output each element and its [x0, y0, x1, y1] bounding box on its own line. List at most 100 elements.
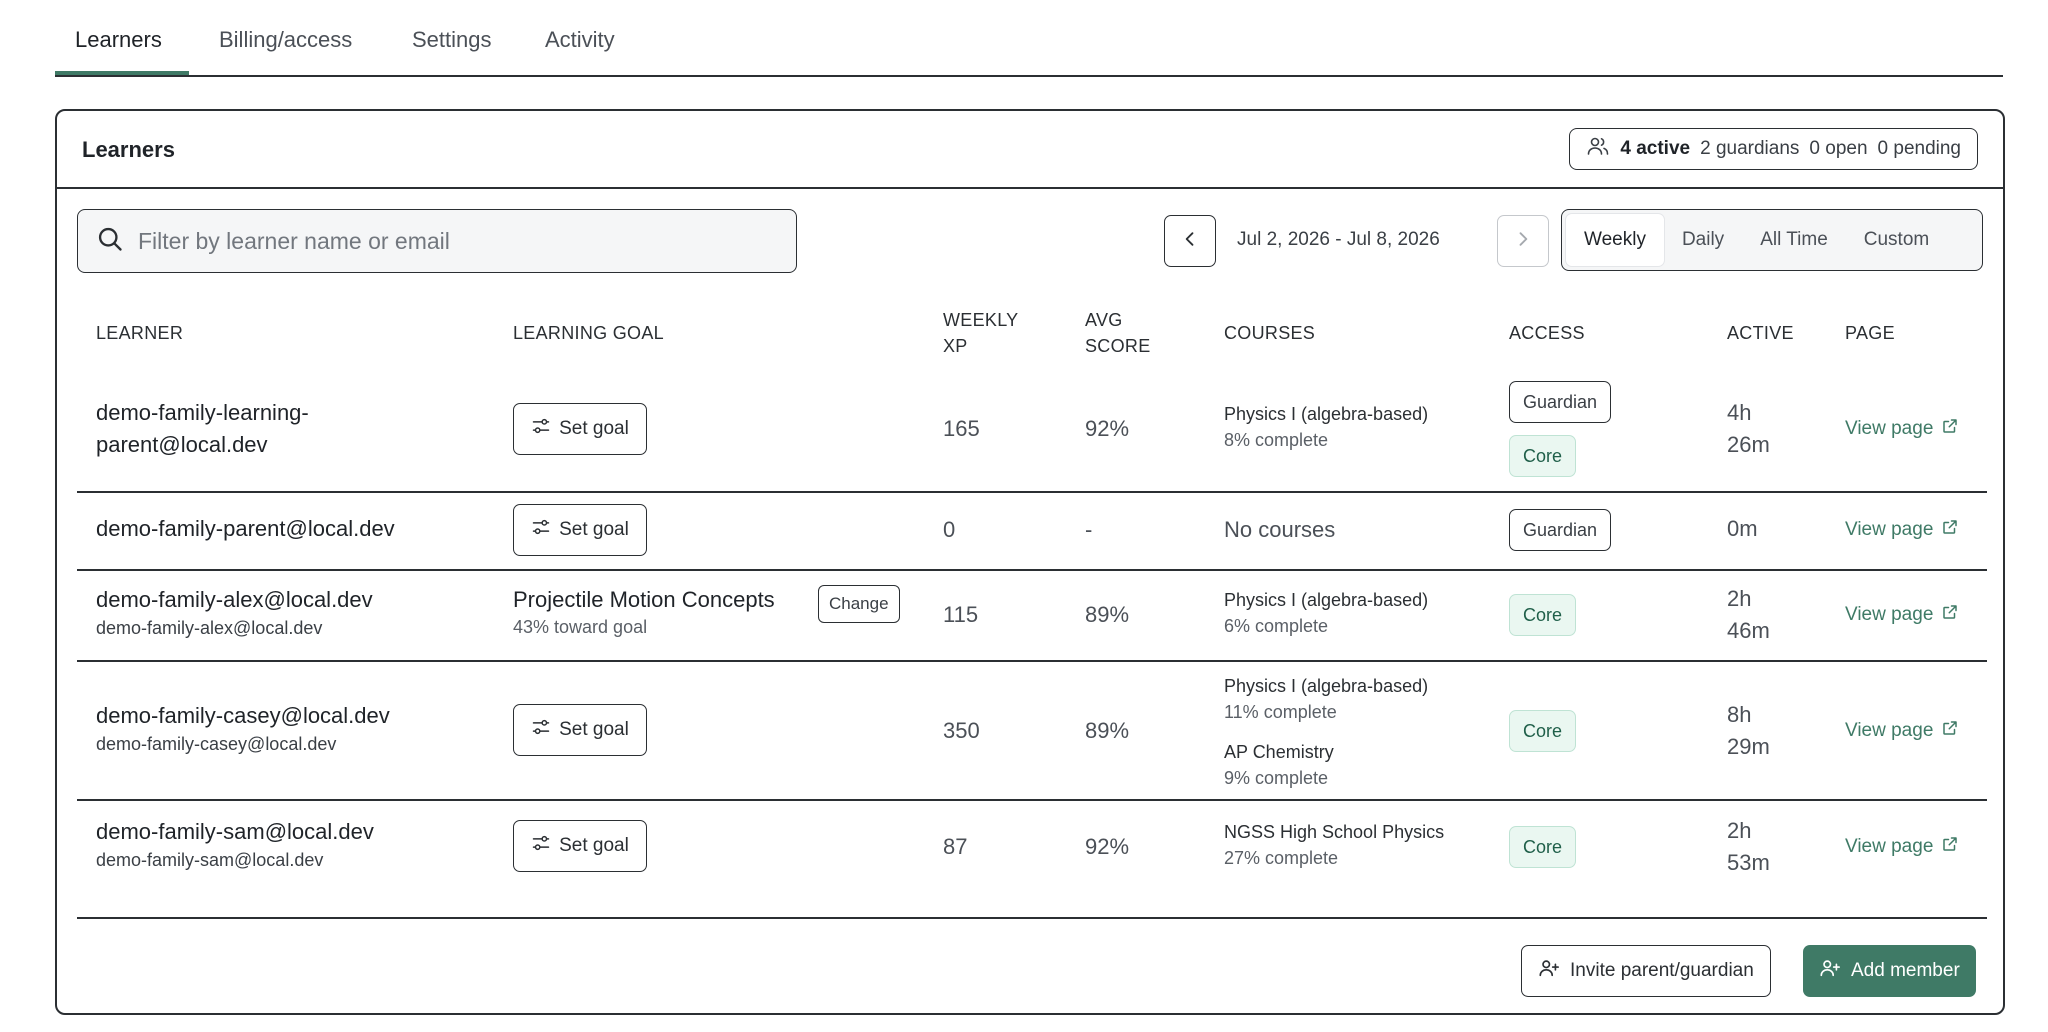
open-count: 0 open: [1809, 138, 1868, 159]
set-goal-button[interactable]: Set goal: [513, 403, 647, 455]
external-link-icon: [1941, 518, 1959, 542]
chevron-right-icon: [1513, 229, 1533, 254]
view-page-link[interactable]: View page: [1845, 417, 1959, 441]
course-progress: 27% complete: [1224, 848, 1339, 868]
row-divider: [77, 917, 1987, 919]
view-page-label: View page: [1845, 519, 1934, 540]
period-all-time[interactable]: All Time: [1742, 214, 1846, 266]
invite-parent-guardian-button[interactable]: Invite parent/guardian: [1521, 945, 1771, 997]
course-progress: 11% complete: [1224, 702, 1337, 722]
access-badge-guardian: Guardian: [1509, 381, 1612, 423]
avg-score-value: -: [1085, 517, 1093, 542]
previous-week-button[interactable]: [1164, 215, 1216, 267]
active-time: 8h 29m: [1727, 699, 1770, 763]
header-avg-score-line1: AVG: [1085, 310, 1123, 330]
header-avg-score-line2: SCORE: [1085, 336, 1151, 356]
change-goal-button[interactable]: Change: [818, 585, 900, 623]
learner-name: demo-family-alex@local.dev: [96, 587, 373, 612]
period-daily[interactable]: Daily: [1664, 214, 1742, 266]
access-badge-core: Core: [1509, 435, 1577, 477]
active-time: 2h 46m: [1727, 583, 1770, 647]
course-name: Physics I (algebra-based): [1224, 590, 1429, 610]
course-name: AP Chemistry: [1224, 742, 1334, 762]
tab-settings[interactable]: Settings: [412, 27, 492, 53]
view-page-label: View page: [1845, 720, 1934, 741]
learner-email: demo-family-alex@local.dev: [96, 618, 323, 638]
search-icon: [78, 225, 124, 258]
header-weekly-xp: WEEKLY XP: [943, 307, 1019, 359]
header-avg-score: AVG SCORE: [1085, 307, 1151, 359]
tab-billing-access[interactable]: Billing/access: [219, 27, 352, 53]
course-name: Physics I (algebra-based): [1224, 676, 1429, 696]
active-count: 4 active: [1620, 138, 1691, 159]
active-minutes: 46m: [1727, 618, 1770, 643]
set-goal-label: Set goal: [559, 835, 629, 856]
access-badge-core: Core: [1509, 594, 1577, 636]
course-entry: NGSS High School Physics 27% complete: [1224, 819, 1444, 871]
sliders-icon: [531, 833, 551, 859]
view-page-label: View page: [1845, 604, 1934, 625]
add-member-button[interactable]: Add member: [1803, 945, 1976, 997]
set-goal-button[interactable]: Set goal: [513, 820, 647, 872]
next-week-button[interactable]: [1497, 215, 1549, 267]
view-page-link[interactable]: View page: [1845, 719, 1959, 743]
tab-learners[interactable]: Learners: [75, 27, 162, 53]
course-name: Physics I (algebra-based): [1224, 404, 1429, 424]
learner-name: demo-family-parent@local.dev: [96, 516, 395, 541]
weekly-xp-value: 165: [943, 416, 980, 441]
row-divider: [77, 660, 1987, 662]
view-page-link[interactable]: View page: [1845, 835, 1959, 859]
header-weekly-xp-line2: XP: [943, 336, 968, 356]
header-learning-goal: LEARNING GOAL: [513, 323, 664, 343]
active-time: 0m: [1727, 516, 1758, 541]
set-goal-label: Set goal: [559, 719, 629, 740]
weekly-xp-value: 350: [943, 718, 980, 743]
header-active: ACTIVE: [1727, 323, 1794, 343]
set-goal-button[interactable]: Set goal: [513, 504, 647, 556]
date-range-label: Jul 2, 2026 - Jul 8, 2026: [1237, 229, 1440, 250]
external-link-icon: [1941, 603, 1959, 627]
view-page-link[interactable]: View page: [1845, 603, 1959, 627]
tab-activity[interactable]: Activity: [545, 27, 615, 53]
course-entry: Physics I (algebra-based) 11% complete: [1224, 673, 1428, 725]
course-entry: AP Chemistry 9% complete: [1224, 739, 1334, 791]
learner-email: demo-family-casey@local.dev: [96, 734, 337, 754]
weekly-xp-value: 87: [943, 834, 968, 859]
sliders-icon: [531, 416, 551, 442]
search-box: [77, 209, 797, 273]
guardians-count: 2 guardians: [1700, 138, 1800, 159]
access-badge-core: Core: [1509, 826, 1577, 868]
tab-bar: Learners Billing/access Settings Activit…: [55, 0, 2003, 77]
course-name: NGSS High School Physics: [1224, 822, 1445, 842]
learner-name-line1: demo-family-learning-: [96, 400, 309, 425]
period-custom[interactable]: Custom: [1846, 214, 1947, 266]
access-badge-core: Core: [1509, 710, 1577, 752]
active-hours: 4h: [1727, 400, 1752, 425]
set-goal-label: Set goal: [559, 418, 629, 439]
active-time: 4h 26m: [1727, 397, 1770, 461]
course-entry: Physics I (algebra-based) 8% complete: [1224, 401, 1428, 453]
external-link-icon: [1941, 835, 1959, 859]
set-goal-button[interactable]: Set goal: [513, 704, 647, 756]
avg-score-value: 92%: [1085, 416, 1130, 441]
row-divider: [77, 799, 1987, 801]
active-minutes: 26m: [1727, 432, 1770, 457]
learner-name-line2: parent@local.dev: [96, 432, 268, 457]
learning-goal: Projectile Motion Concepts 43% toward go…: [513, 585, 775, 639]
sliders-icon: [531, 717, 551, 743]
external-link-icon: [1941, 719, 1959, 743]
period-weekly[interactable]: Weekly: [1566, 214, 1664, 266]
set-goal-label: Set goal: [559, 519, 629, 540]
add-member-label: Add member: [1851, 960, 1960, 981]
pending-count: 0 pending: [1877, 138, 1961, 159]
learners-card: Learners 4 active 2 guardians 0 open 0 p…: [55, 109, 2005, 1015]
search-input[interactable]: [138, 227, 778, 255]
view-page-label: View page: [1845, 418, 1934, 439]
course-progress: 6% complete: [1224, 616, 1329, 636]
view-page-link[interactable]: View page: [1845, 518, 1959, 542]
course-progress: 8% complete: [1224, 430, 1329, 450]
learner-email: demo-family-sam@local.dev: [96, 850, 324, 870]
row-divider: [77, 569, 1987, 571]
active-hours: 2h: [1727, 818, 1752, 843]
users-icon: [1586, 134, 1610, 164]
